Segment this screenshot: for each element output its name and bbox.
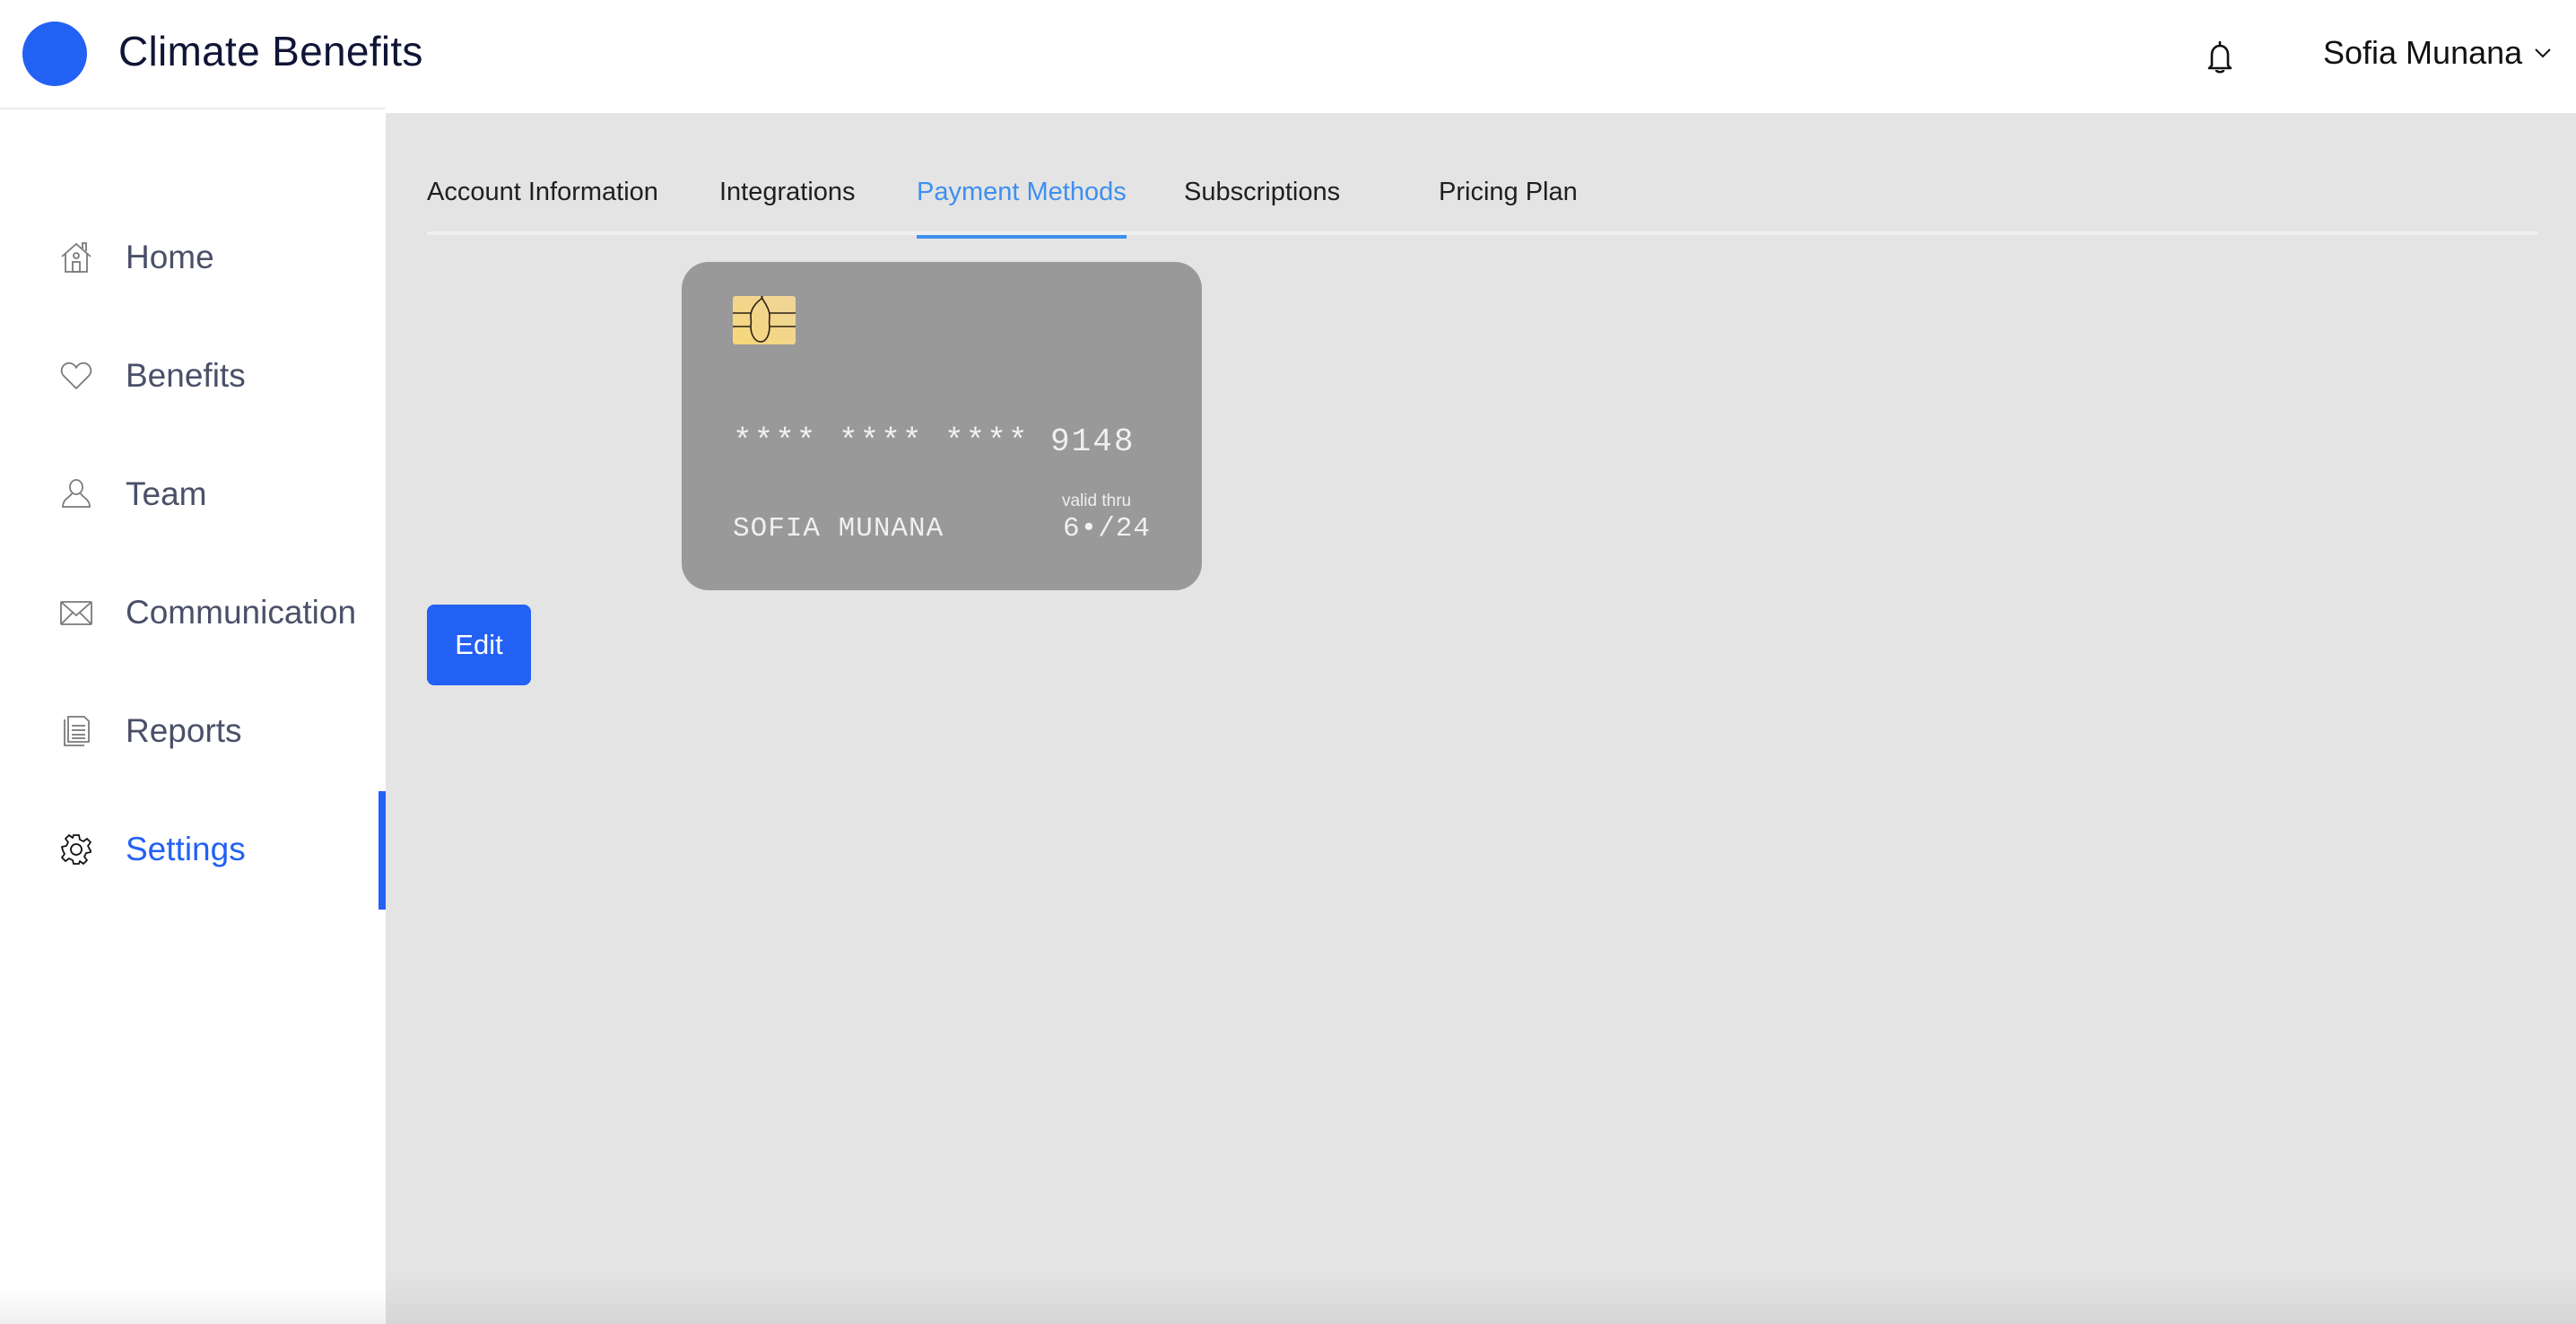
sidebar-item-label: Benefits xyxy=(126,357,246,394)
mail-icon xyxy=(60,601,92,625)
settings-tabs: Account Information Integrations Payment… xyxy=(427,165,2538,239)
document-icon xyxy=(64,716,90,746)
sidebar-item-team[interactable]: Team xyxy=(0,436,386,553)
sidebar-item-benefits[interactable]: Benefits xyxy=(0,318,386,434)
card-number: **** **** **** 9148 xyxy=(733,423,1136,460)
sidebar-item-communication[interactable]: Communication xyxy=(0,554,386,671)
top-header: Climate Benefits Sofia Munana xyxy=(0,0,2576,113)
bell-icon[interactable] xyxy=(2206,39,2233,75)
user-menu[interactable]: Sofia Munana xyxy=(2323,34,2551,72)
tab-integrations[interactable]: Integrations xyxy=(719,165,856,235)
sidebar-item-reports[interactable]: Reports xyxy=(0,673,386,789)
sidebar: Home Benefits Team Communication Reports… xyxy=(0,108,386,1324)
active-indicator xyxy=(379,791,386,910)
sidebar-item-settings[interactable]: Settings xyxy=(0,791,386,910)
payment-card: **** **** **** 9148 valid thru SOFIA MUN… xyxy=(682,262,1202,590)
sidebar-item-label: Home xyxy=(126,239,214,275)
card-holder-name: SOFIA MUNANA xyxy=(733,513,944,544)
tab-account-information[interactable]: Account Information xyxy=(427,165,658,235)
card-expiry: 6•/24 xyxy=(1063,513,1152,544)
sidebar-item-label: Communication xyxy=(126,594,357,631)
tab-subscriptions[interactable]: Subscriptions xyxy=(1184,165,1340,235)
app-title: Climate Benefits xyxy=(118,28,423,74)
user-icon xyxy=(62,479,91,508)
gear-icon xyxy=(61,834,91,865)
card-chip-icon xyxy=(733,296,796,344)
edit-button[interactable]: Edit xyxy=(427,605,531,685)
sidebar-item-label: Settings xyxy=(126,831,246,867)
sidebar-item-label: Team xyxy=(126,475,207,512)
main-content: Account Information Integrations Payment… xyxy=(386,113,2576,1324)
tab-payment-methods[interactable]: Payment Methods xyxy=(917,165,1127,239)
app-logo[interactable] xyxy=(22,22,87,86)
valid-thru-label: valid thru xyxy=(1062,492,1132,510)
user-name: Sofia Munana xyxy=(2323,34,2523,71)
chevron-down-icon xyxy=(2535,48,2551,58)
sidebar-item-label: Reports xyxy=(126,712,242,749)
sidebar-item-home[interactable]: Home xyxy=(0,199,386,316)
tab-pricing-plan[interactable]: Pricing Plan xyxy=(1439,165,1578,235)
heart-icon xyxy=(60,361,92,389)
home-icon xyxy=(61,242,91,273)
